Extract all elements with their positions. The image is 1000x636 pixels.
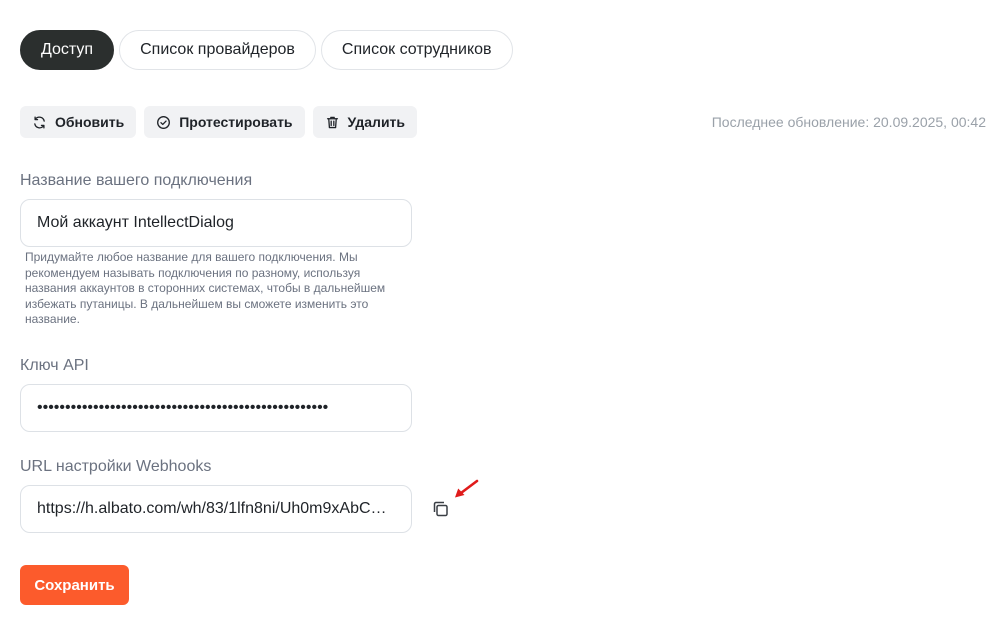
annotation-arrow-icon: [455, 479, 479, 498]
api-key-value: ••••••••••••••••••••••••••••••••••••••••…: [37, 399, 329, 416]
api-key-input[interactable]: ••••••••••••••••••••••••••••••••••••••••…: [20, 384, 412, 432]
tab-providers-list[interactable]: Список провайдеров: [119, 30, 316, 70]
last-update-text: Последнее обновление: 20.09.2025, 00:42: [712, 114, 986, 130]
refresh-icon: [34, 116, 45, 128]
check-circle-icon: [157, 115, 171, 129]
tab-bar: Доступ Список провайдеров Список сотрудн…: [20, 30, 513, 70]
last-update-label: Последнее обновление:: [711, 114, 870, 130]
save-button[interactable]: Сохранить: [20, 565, 129, 605]
tab-employees-list[interactable]: Список сотрудников: [320, 30, 513, 70]
connection-name-input[interactable]: Мой аккаунт IntellectDialog: [20, 199, 412, 247]
delete-button[interactable]: Удалить: [312, 106, 418, 138]
webhook-url-input[interactable]: https://h.albato.com/wh/83/1lfn8ni/Uh0m9…: [20, 485, 412, 533]
webhook-url-value: https://h.albato.com/wh/83/1lfn8ni/Uh0m9…: [37, 500, 395, 517]
api-key-label: Ключ API: [20, 357, 89, 374]
connection-settings-page: Доступ Список провайдеров Список сотрудн…: [0, 0, 1000, 636]
tab-access[interactable]: Доступ: [20, 30, 115, 70]
trash-icon: [326, 116, 338, 128]
refresh-button[interactable]: Обновить: [20, 106, 137, 138]
delete-button-label: Удалить: [347, 114, 406, 130]
copy-icon[interactable]: [431, 499, 451, 519]
test-button-label: Протестировать: [179, 114, 293, 130]
webhook-url-label: URL настройки Webhooks: [20, 458, 212, 475]
connection-name-label: Название вашего подключения: [20, 172, 253, 189]
toolbar: Обновить Протестировать Удалить: [20, 106, 418, 138]
connection-name-hint: Придумайте любое название для вашего под…: [25, 250, 386, 327]
refresh-button-label: Обновить: [55, 114, 125, 130]
test-button[interactable]: Протестировать: [144, 106, 305, 138]
connection-name-value: Мой аккаунт IntellectDialog: [37, 214, 234, 231]
last-update-value: 20.09.2025, 00:42: [873, 114, 986, 130]
